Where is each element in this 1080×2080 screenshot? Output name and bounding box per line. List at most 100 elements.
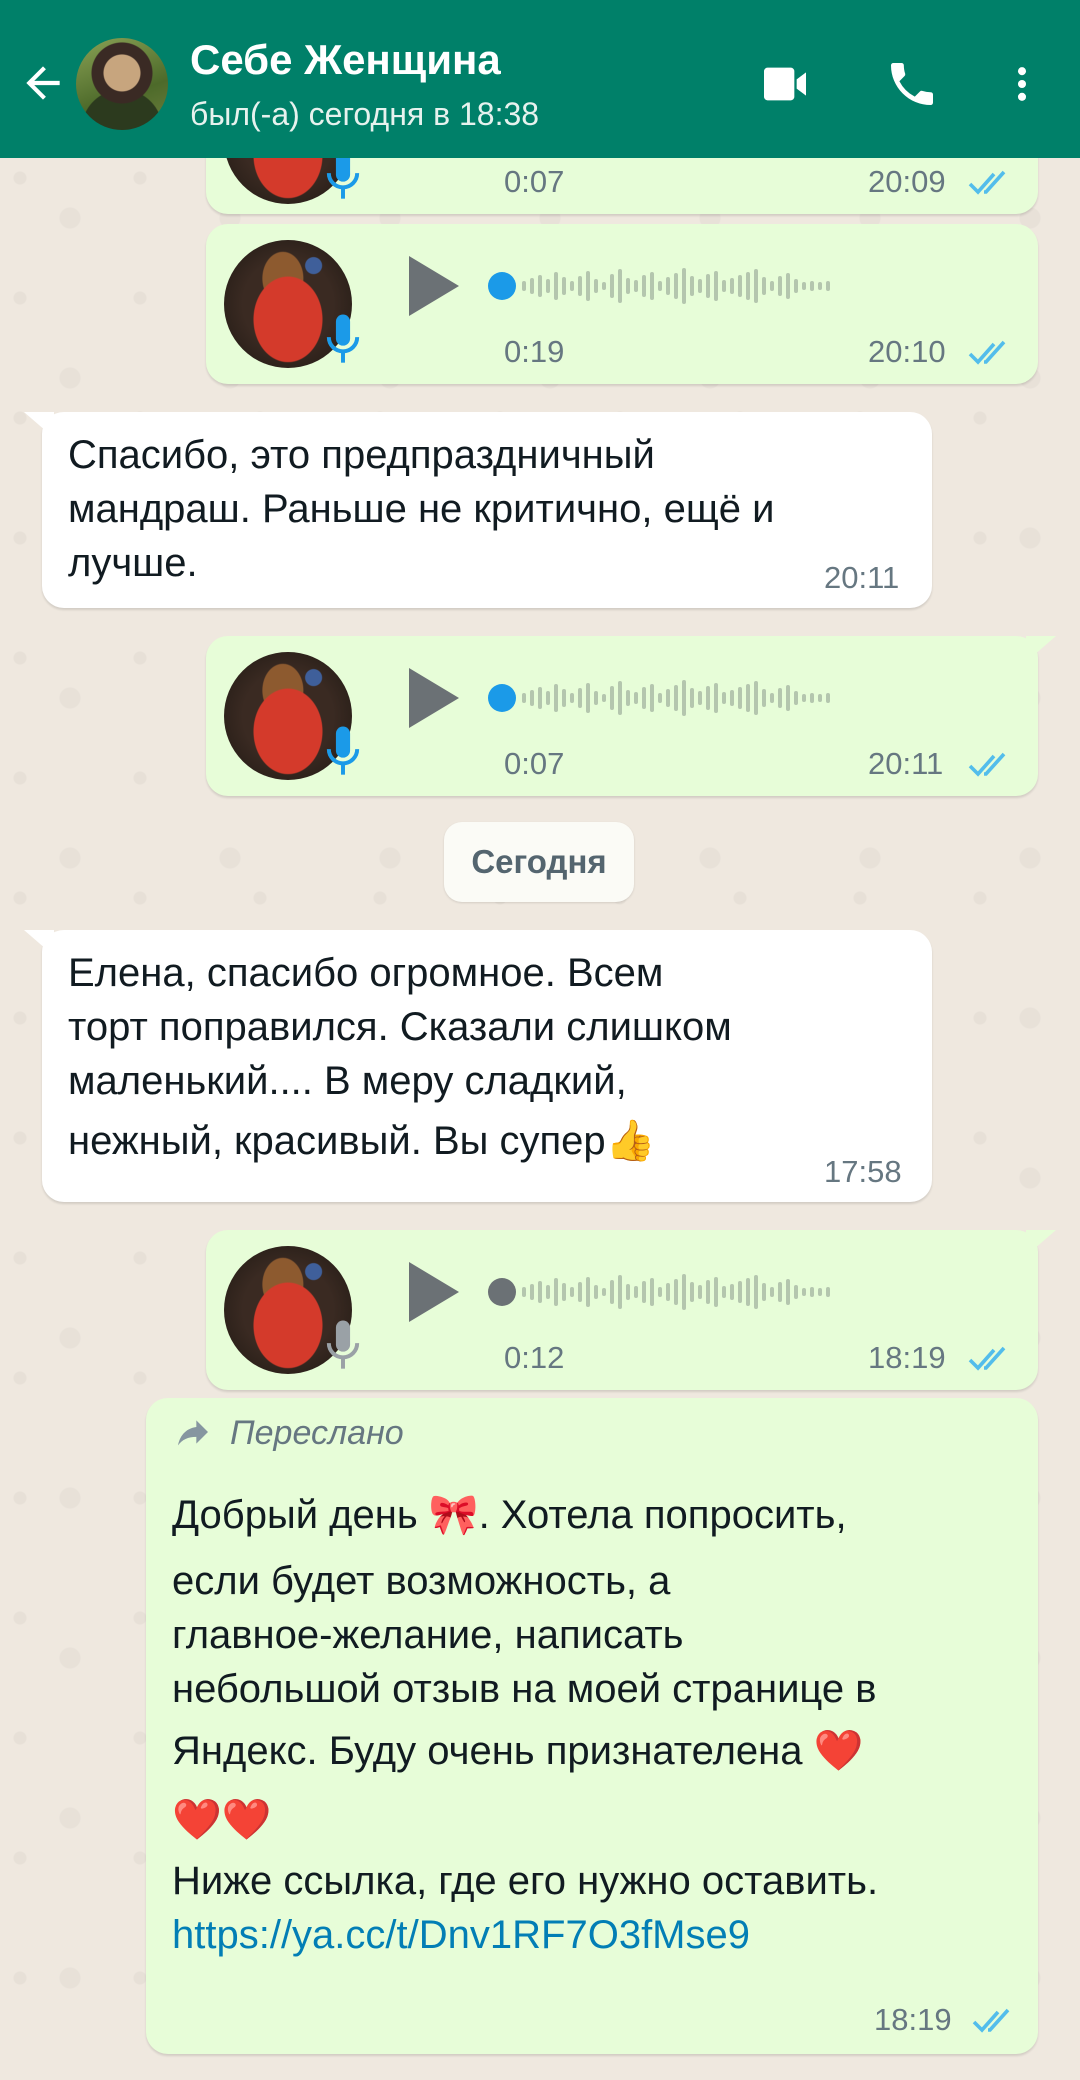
- read-ticks-icon: [972, 2008, 1010, 2033]
- voice-progress-knob[interactable]: [488, 1278, 516, 1306]
- waveform-bar: [738, 1281, 742, 1303]
- message-time: 20:09: [868, 164, 946, 199]
- voice-waveform[interactable]: [522, 266, 830, 306]
- waveform-bar: [666, 689, 670, 707]
- voice-duration: 0:12: [504, 1340, 565, 1375]
- waveform-bar: [722, 692, 726, 704]
- waveform-bar: [594, 1285, 598, 1299]
- waveform-bar: [690, 688, 694, 708]
- waveform-bar: [554, 1278, 558, 1306]
- waveform-bar: [754, 1275, 758, 1309]
- waveform-bar: [594, 691, 598, 705]
- message-text: Добрый день 🎀. Хотела попросить, если бу…: [172, 1488, 878, 1962]
- last-seen-status: был(-а) сегодня в 18:38: [190, 96, 540, 132]
- mic-icon: [326, 1320, 360, 1369]
- forwarded-message[interactable]: Переслано Добрый день 🎀. Хотела попросит…: [146, 1398, 1038, 2054]
- date-divider: Сегодня: [444, 822, 634, 902]
- waveform-bar: [818, 282, 822, 290]
- waveform-bar: [762, 1283, 766, 1301]
- waveform-bar: [610, 1280, 614, 1304]
- voice-message[interactable]: 0:07 20:11: [206, 636, 1038, 796]
- waveform-bar: [522, 1287, 526, 1297]
- waveform-bar: [722, 1286, 726, 1298]
- waveform-bar: [794, 691, 798, 705]
- waveform-bar: [690, 276, 694, 296]
- waveform-bar: [666, 277, 670, 295]
- message-time: 20:10: [868, 334, 946, 369]
- waveform-bar: [554, 272, 558, 300]
- waveform-bar: [594, 279, 598, 293]
- forwarded-label: Переслано: [230, 1414, 404, 1452]
- video-call-icon[interactable]: [756, 56, 814, 112]
- waveform-bar: [786, 1279, 790, 1305]
- forward-arrow-icon: [178, 1420, 208, 1446]
- waveform-bar: [586, 271, 590, 301]
- read-ticks-icon: [968, 340, 1006, 365]
- message-text: Спасибо, это предпраздничный мандраш. Ра…: [68, 433, 775, 585]
- waveform-bar: [818, 1288, 822, 1296]
- waveform-bar: [658, 1287, 662, 1297]
- message-link[interactable]: https://ya.cc/t/Dnv1RF7O3fMse9: [172, 1908, 878, 1962]
- waveform-bar: [578, 1282, 582, 1302]
- waveform-bar: [786, 273, 790, 299]
- play-icon[interactable]: [406, 668, 462, 728]
- waveform-bar: [650, 1278, 654, 1306]
- contact-name[interactable]: Себе Женщина: [190, 36, 501, 84]
- waveform-bar: [634, 280, 638, 292]
- waveform-bar: [618, 1275, 622, 1309]
- play-icon[interactable]: [406, 256, 462, 316]
- waveform-bar: [546, 691, 550, 705]
- waveform-bar: [538, 1281, 542, 1303]
- mic-icon: [326, 314, 360, 363]
- waveform-bar: [682, 680, 686, 716]
- incoming-message[interactable]: Елена, спасибо огромное. Всем торт попра…: [42, 930, 932, 1202]
- waveform-bar: [642, 687, 646, 709]
- waveform-bar: [650, 684, 654, 712]
- waveform-bar: [698, 691, 702, 705]
- waveform-bar: [530, 1284, 534, 1300]
- waveform-bar: [554, 684, 558, 712]
- waveform-bar: [730, 1284, 734, 1300]
- waveform-bar: [618, 681, 622, 715]
- waveform-bar: [634, 692, 638, 704]
- message-time: 18:19: [868, 1340, 946, 1375]
- avatar[interactable]: [76, 38, 168, 130]
- voice-message[interactable]: 0:12 18:19: [206, 1230, 1038, 1390]
- waveform-bar: [714, 1277, 718, 1307]
- read-ticks-icon: [968, 1346, 1006, 1371]
- waveform-bar: [754, 269, 758, 303]
- waveform-bar: [570, 1287, 574, 1297]
- waveform-bar: [690, 1282, 694, 1302]
- waveform-bar: [586, 1277, 590, 1307]
- message-time: 17:58: [824, 1154, 902, 1189]
- back-arrow-icon[interactable]: [18, 58, 68, 108]
- waveform-bar: [642, 1281, 646, 1303]
- more-vert-icon[interactable]: [1000, 56, 1044, 112]
- waveform-bar: [778, 688, 782, 708]
- waveform-bar: [770, 1287, 774, 1297]
- waveform-bar: [562, 1283, 566, 1301]
- voice-progress-knob[interactable]: [488, 684, 516, 712]
- waveform-bar: [674, 685, 678, 711]
- waveform-bar: [794, 279, 798, 293]
- waveform-bar: [714, 271, 718, 301]
- waveform-bar: [538, 275, 542, 297]
- phone-icon[interactable]: [884, 56, 940, 112]
- voice-progress-knob[interactable]: [488, 272, 516, 300]
- waveform-bar: [530, 278, 534, 294]
- voice-waveform[interactable]: [522, 678, 830, 718]
- voice-message[interactable]: 0:19 20:10: [206, 224, 1038, 384]
- voice-waveform[interactable]: [522, 1272, 830, 1312]
- waveform-bar: [802, 282, 806, 290]
- play-icon[interactable]: [406, 1262, 462, 1322]
- waveform-bar: [730, 690, 734, 706]
- chat-header: Себе Женщина был(-а) сегодня в 18:38: [0, 0, 1080, 158]
- waveform-bar: [626, 1284, 630, 1300]
- waveform-bar: [754, 681, 758, 715]
- waveform-bar: [714, 683, 718, 713]
- waveform-bar: [706, 274, 710, 298]
- waveform-bar: [770, 281, 774, 291]
- incoming-message[interactable]: Спасибо, это предпраздничный мандраш. Ра…: [42, 412, 932, 608]
- waveform-bar: [778, 276, 782, 296]
- waveform-bar: [698, 279, 702, 293]
